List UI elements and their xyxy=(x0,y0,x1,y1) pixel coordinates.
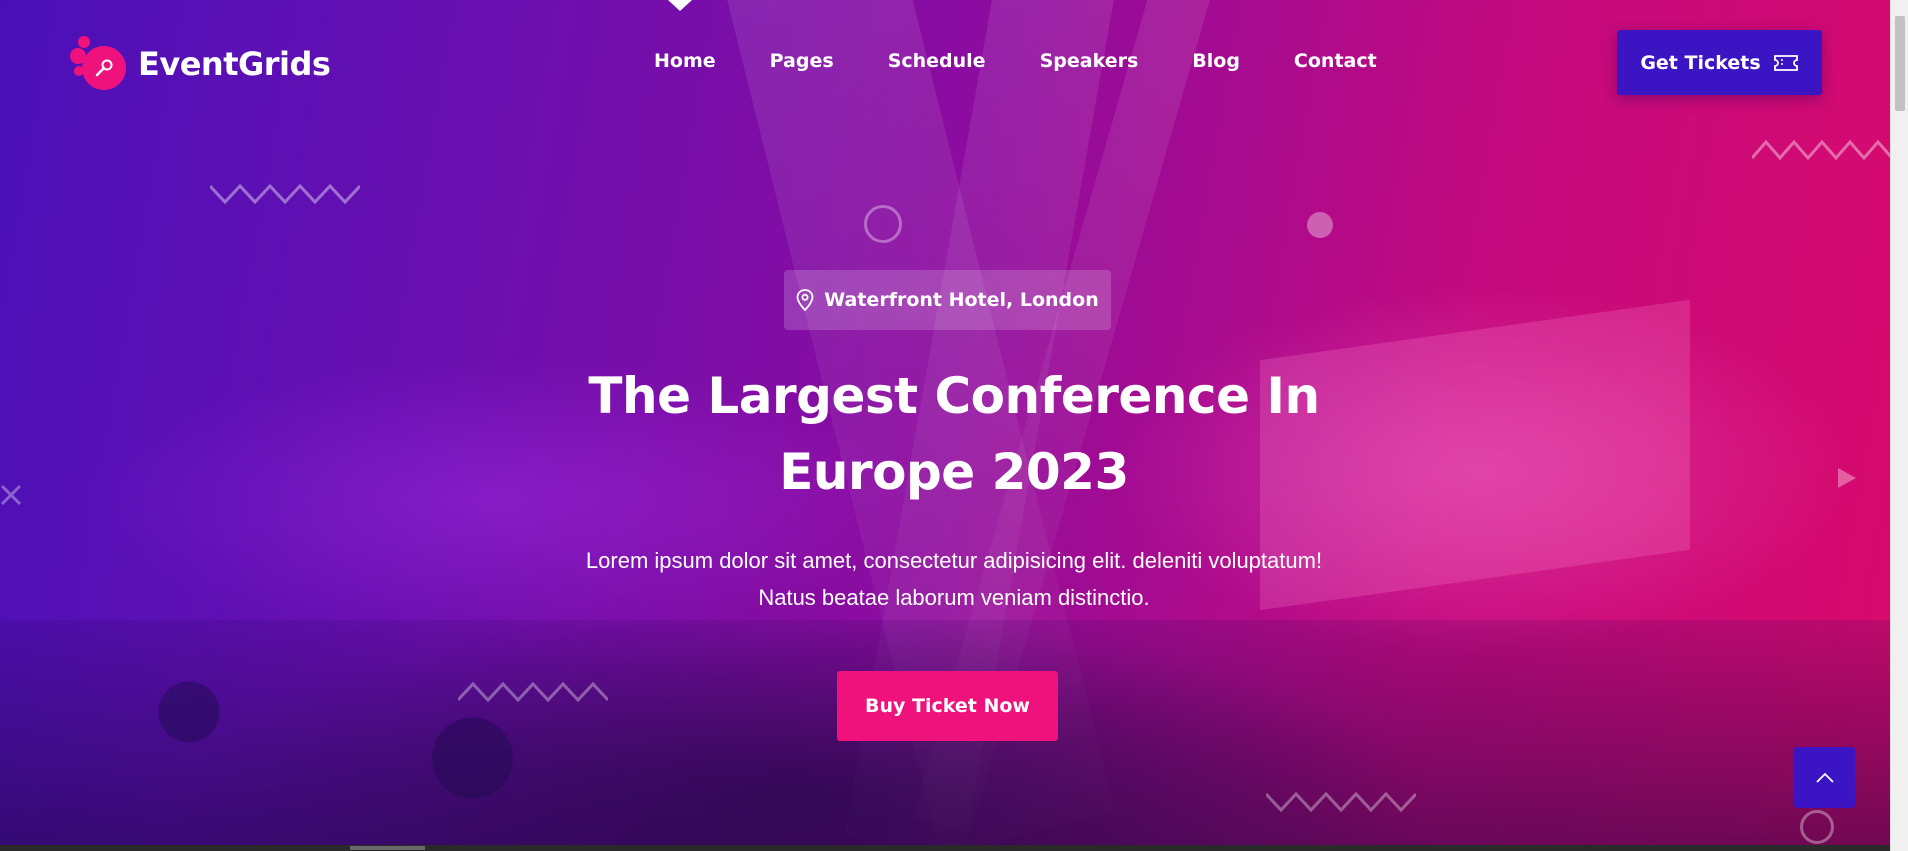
nav-item-home[interactable]: Home xyxy=(654,50,716,72)
decor-ring xyxy=(864,205,902,243)
ticket-icon xyxy=(1773,54,1798,71)
microphone-icon xyxy=(70,36,130,92)
decor-triangle xyxy=(1838,468,1856,488)
get-tickets-button[interactable]: Get Tickets xyxy=(1617,30,1822,95)
nav-item-speakers[interactable]: Speakers xyxy=(1040,50,1139,72)
decor-dot xyxy=(1307,212,1333,238)
active-nav-indicator xyxy=(668,0,692,11)
decor-ring xyxy=(1800,810,1834,844)
decor-zigzag xyxy=(1752,139,1890,161)
get-tickets-label: Get Tickets xyxy=(1640,51,1761,74)
description-line-2: Natus beatae laborum veniam distinctio. xyxy=(758,585,1150,610)
location-badge: Waterfront Hotel, London xyxy=(784,270,1111,330)
decor-zigzag xyxy=(210,183,360,205)
location-text: Waterfront Hotel, London xyxy=(824,289,1099,311)
hero-headline: The Largest Conference In Europe 2023 xyxy=(554,358,1354,510)
vertical-scrollbar-thumb[interactable] xyxy=(1895,16,1905,111)
nav-item-contact[interactable]: Contact xyxy=(1294,50,1377,72)
brand-name: EventGrids xyxy=(138,45,331,83)
nav-item-schedule[interactable]: Schedule xyxy=(888,50,986,72)
main-navigation: Home Pages Schedule Speakers Blog Contac… xyxy=(654,50,1431,72)
vertical-scrollbar[interactable] xyxy=(1890,0,1908,851)
buy-ticket-button[interactable]: Buy Ticket Now xyxy=(837,671,1058,741)
logo[interactable]: EventGrids xyxy=(70,36,331,92)
headline-line-1: The Largest Conference In xyxy=(588,367,1320,425)
horizontal-scrollbar[interactable] xyxy=(0,845,1890,851)
scroll-to-top-button[interactable] xyxy=(1794,747,1855,808)
headline-line-2: Europe 2023 xyxy=(779,443,1129,501)
description-line-1: Lorem ipsum dolor sit amet, consectetur … xyxy=(585,548,1323,573)
horizontal-scrollbar-thumb[interactable] xyxy=(350,846,425,850)
decor-zigzag xyxy=(458,681,608,703)
hero-description: Lorem ipsum dolor sit amet, consectetur … xyxy=(554,542,1354,616)
decor-cross xyxy=(0,484,22,506)
chevron-up-icon xyxy=(1815,772,1834,783)
nav-item-blog[interactable]: Blog xyxy=(1192,50,1240,72)
decor-zigzag xyxy=(1266,791,1416,813)
nav-item-pages[interactable]: Pages xyxy=(770,50,834,72)
map-pin-icon xyxy=(796,289,814,311)
